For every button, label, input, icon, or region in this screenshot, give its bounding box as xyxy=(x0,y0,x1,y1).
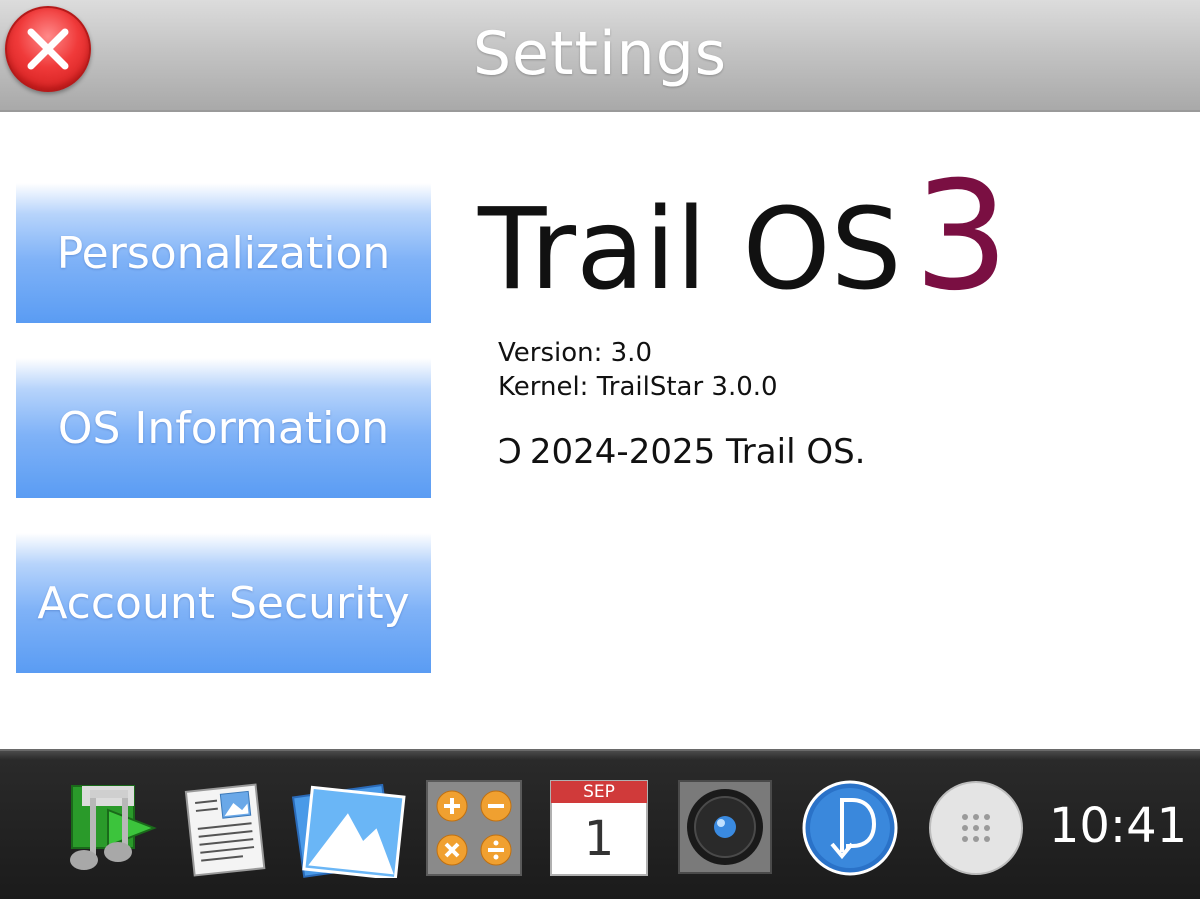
app-drawer-icon xyxy=(929,781,1023,875)
photos-app[interactable] xyxy=(290,780,408,878)
camera-icon xyxy=(678,780,772,874)
personalization-label: Personalization xyxy=(56,227,391,279)
account-security-label: Account Security xyxy=(37,577,410,629)
os-brand-version: 3 xyxy=(913,150,1010,324)
copyright-text: Ↄ 2024-2025 Trail OS. xyxy=(498,432,865,472)
account-security-button[interactable]: Account Security xyxy=(16,533,431,673)
music-player-icon xyxy=(70,785,157,870)
copyright-symbol: Ↄ xyxy=(498,432,522,472)
camera-app[interactable] xyxy=(678,780,772,874)
calculator-app[interactable] xyxy=(426,780,522,876)
taskbar-clock: 10:41 xyxy=(1048,798,1188,854)
app-drawer-button[interactable] xyxy=(928,780,1024,876)
os-information-button[interactable]: OS Information xyxy=(16,358,431,498)
os-brand: Trail OS3 xyxy=(478,162,1009,315)
document-viewer-app[interactable] xyxy=(180,780,270,878)
music-player-app[interactable] xyxy=(58,780,158,875)
close-icon xyxy=(27,28,69,70)
copyright-label: 2024-2025 Trail OS. xyxy=(529,432,866,472)
calendar-month: SEP xyxy=(583,782,615,802)
calendar-day: 1 xyxy=(583,811,615,867)
document-viewer-icon xyxy=(184,783,266,877)
personalization-button[interactable]: Personalization xyxy=(16,183,431,323)
calendar-app[interactable]: SEP 1 xyxy=(550,780,648,876)
photos-icon xyxy=(291,783,406,878)
calculator-icon xyxy=(426,780,522,876)
os-brand-name: Trail OS xyxy=(478,185,902,315)
kernel-text: Kernel: TrailStar 3.0.0 xyxy=(498,372,778,402)
window-title: Settings xyxy=(472,19,728,89)
downloader-app[interactable] xyxy=(802,780,898,876)
downloader-icon xyxy=(802,780,898,876)
version-text: Version: 3.0 xyxy=(498,338,652,368)
os-information-label: OS Information xyxy=(57,402,390,454)
close-button[interactable] xyxy=(5,6,91,92)
